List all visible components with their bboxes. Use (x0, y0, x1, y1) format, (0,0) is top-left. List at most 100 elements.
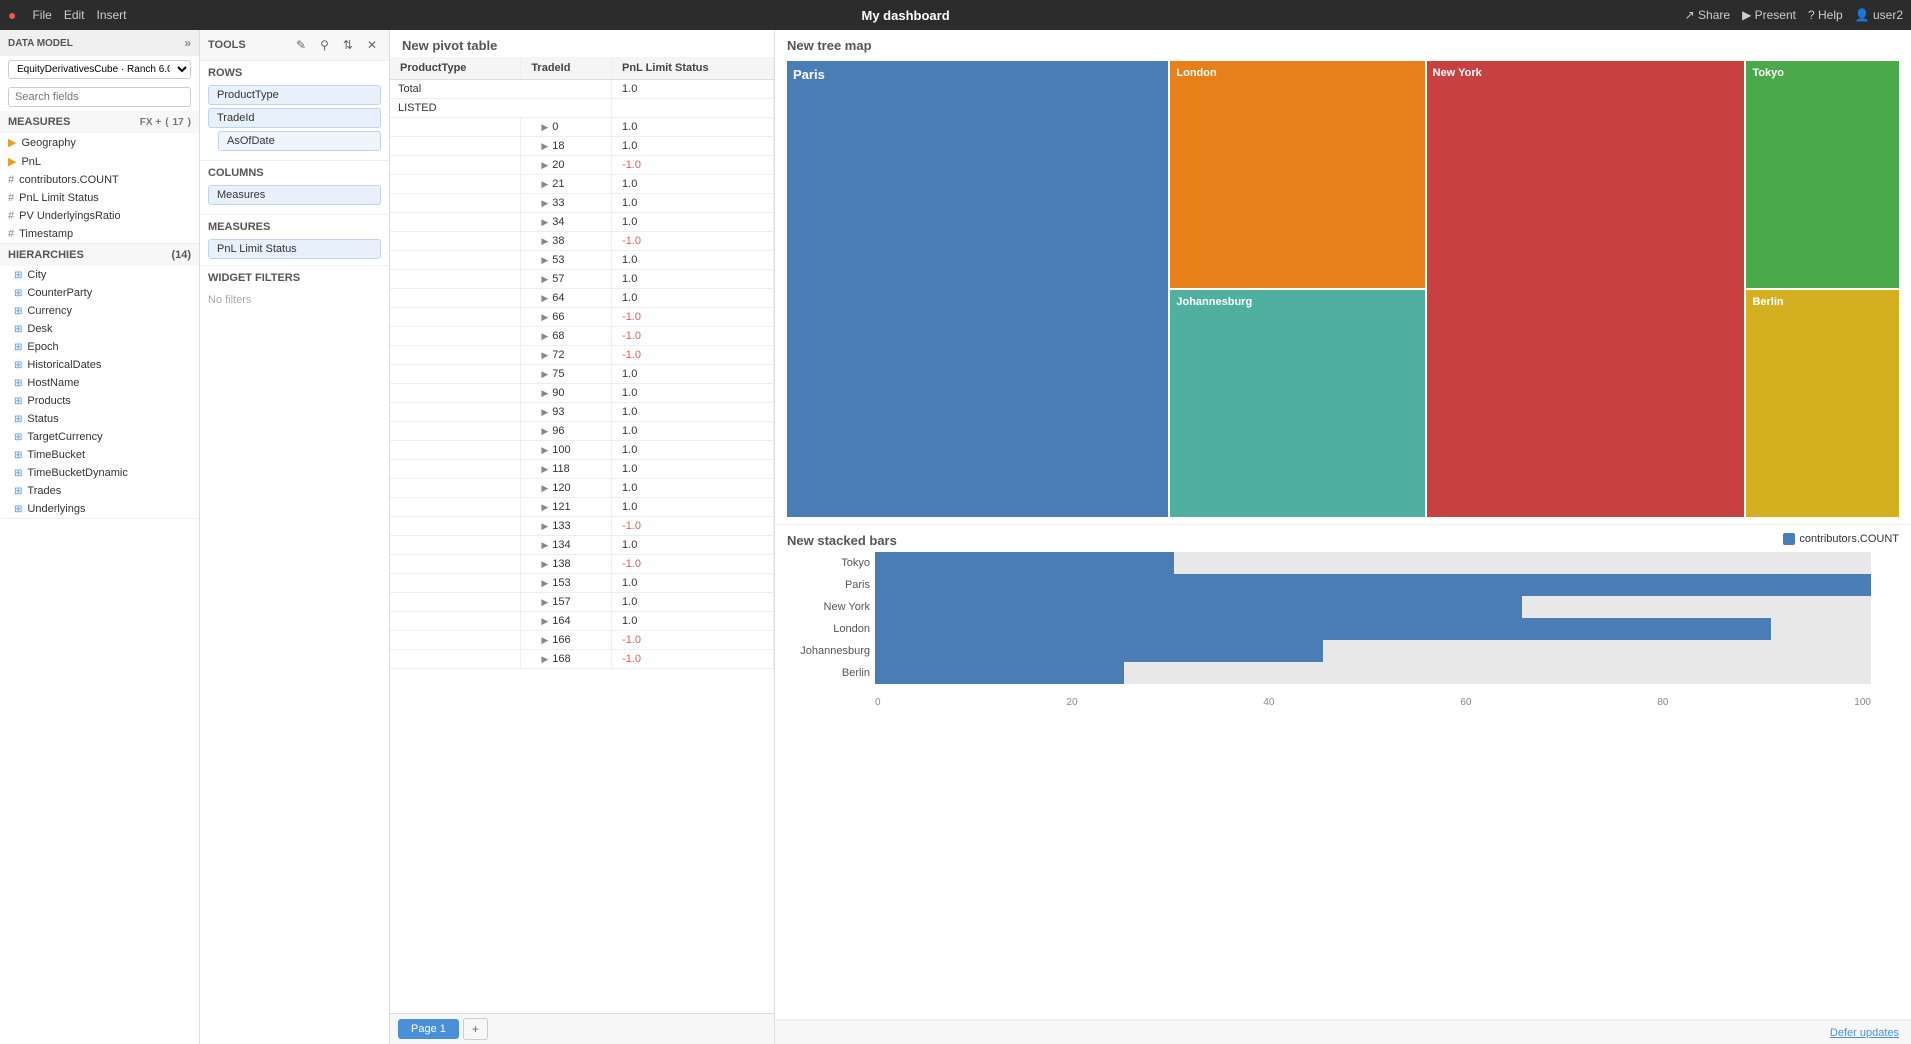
sidebar-item-pnl-limit-status[interactable]: # PnL Limit Status (0, 189, 199, 207)
tools-close-button[interactable]: ✕ (363, 36, 381, 54)
treemap-col-1: Paris (787, 61, 1168, 517)
hier-item-currency[interactable]: ⊞Currency (0, 302, 199, 320)
col-header-pnl-limit[interactable]: PnL Limit Status (612, 57, 774, 80)
search-fields-input[interactable] (8, 87, 191, 107)
table-row: ▶118 1.0 (390, 460, 774, 479)
table-row: ▶134 1.0 (390, 536, 774, 555)
table-row: ▶153 1.0 (390, 574, 774, 593)
pivot-table-panel: New pivot table ProductType TradeId PnL … (390, 30, 775, 1044)
present-button[interactable]: ▶ Present (1742, 8, 1796, 22)
expand-cell (390, 270, 521, 289)
table-row: ▶57 1.0 (390, 270, 774, 289)
columns-chip-measures[interactable]: Measures (208, 185, 381, 205)
defer-updates-button[interactable]: Defer updates (1830, 1027, 1899, 1039)
hier-item-counterparty[interactable]: ⊞CounterParty (0, 284, 199, 302)
col-header-tradeid[interactable]: TradeId (521, 57, 612, 80)
col-header-producttype[interactable]: ProductType (390, 57, 521, 80)
bar-row-tokyo: Tokyo (875, 552, 1871, 574)
rows-chip-asofdate[interactable]: AsOfDate (218, 131, 381, 151)
widget-filters-section: Widget filters No filters (200, 266, 389, 316)
sidebar-item-geography[interactable]: ▶ Geography (0, 133, 199, 152)
hier-item-targetcurrency[interactable]: ⊞TargetCurrency (0, 428, 199, 446)
row-id: ▶72 (521, 346, 612, 365)
treemap-cell-berlin[interactable]: Berlin (1746, 290, 1899, 517)
collapse-data-model[interactable]: » (184, 36, 191, 50)
expand-cell (390, 498, 521, 517)
topbar-right-actions: ↗ Share ▶ Present ? Help 👤 user2 (1685, 8, 1903, 22)
expand-cell (390, 365, 521, 384)
row-value: -1.0 (612, 346, 774, 365)
table-row: ▶157 1.0 (390, 593, 774, 612)
sidebar-item-pnl[interactable]: ▶ PnL (0, 152, 199, 171)
folder-icon: ▶ (8, 136, 16, 149)
sidebar-item-timestamp[interactable]: # Timestamp (0, 225, 199, 243)
menu-insert[interactable]: Insert (97, 8, 127, 22)
page-tab-1[interactable]: Page 1 (398, 1019, 459, 1039)
add-page-tab-button[interactable]: + (463, 1018, 488, 1040)
pivot-table-wrapper[interactable]: ProductType TradeId PnL Limit Status Tot… (390, 57, 774, 1013)
hier-item-status[interactable]: ⊞Status (0, 410, 199, 428)
menu-file[interactable]: File (32, 8, 51, 22)
sidebar-item-label: Geography (21, 137, 75, 149)
table-row: ▶0 1.0 (390, 118, 774, 137)
treemap-cell-newyork[interactable]: New York (1427, 61, 1745, 517)
hier-item-hostname[interactable]: ⊞HostName (0, 374, 199, 392)
bar-row-newyork: New York (875, 596, 1871, 618)
share-button[interactable]: ↗ Share (1685, 8, 1730, 22)
cube-selector[interactable]: EquityDerivativesCube · Ranch 6.0 (8, 60, 191, 79)
hier-item-timebucketdynamic[interactable]: ⊞TimeBucketDynamic (0, 464, 199, 482)
treemap-cell-paris[interactable]: Paris (787, 61, 1168, 517)
tools-sort-button[interactable]: ⇅ (339, 36, 357, 54)
hier-item-products[interactable]: ⊞Products (0, 392, 199, 410)
treemap-cell-johannesburg[interactable]: Johannesburg (1170, 290, 1424, 517)
sidebar-item-contributors-count[interactable]: # contributors.COUNT (0, 171, 199, 189)
rows-chip-tradeid[interactable]: TradeId (208, 108, 381, 128)
hier-item-timebucket[interactable]: ⊞TimeBucket (0, 446, 199, 464)
table-row: ▶90 1.0 (390, 384, 774, 403)
tools-label: TOOLS (208, 39, 246, 51)
hier-icon: ⊞ (14, 468, 22, 479)
add-measure-button[interactable]: fx + (140, 117, 161, 128)
stackedbar-legend: contributors.COUNT (1783, 533, 1899, 545)
bar-fill-tokyo (875, 552, 1174, 574)
help-button[interactable]: ? Help (1808, 8, 1843, 22)
expand-cell (390, 175, 521, 194)
hier-item-epoch[interactable]: ⊞Epoch (0, 338, 199, 356)
measures-chip-pnl[interactable]: PnL Limit Status (208, 239, 381, 259)
bar-fill-paris (875, 574, 1871, 596)
x-label-0: 0 (875, 697, 881, 708)
bottom-bar: Defer updates (775, 1020, 1911, 1044)
row-id: ▶121 (521, 498, 612, 517)
table-row-listed: LISTED (390, 99, 774, 118)
user-button[interactable]: 👤 user2 (1855, 8, 1903, 22)
expand-cell (390, 479, 521, 498)
row-id: ▶68 (521, 327, 612, 346)
tools-edit-button[interactable]: ✎ (292, 36, 310, 54)
x-label-20: 20 (1066, 697, 1077, 708)
rows-section-label: Rows (208, 67, 381, 79)
hier-item-underlyings[interactable]: ⊞Underlyings (0, 500, 199, 518)
treemap-cell-tokyo[interactable]: Tokyo (1746, 61, 1899, 288)
tools-filter-button[interactable]: ⚲ (316, 36, 333, 54)
hier-label: City (27, 269, 46, 281)
hierarchies-section: HIERARCHIES (14) ⊞City ⊞CounterParty ⊞Cu… (0, 244, 199, 519)
treemap-cell-london[interactable]: London (1170, 61, 1424, 288)
rows-chip-producttype[interactable]: ProductType (208, 85, 381, 105)
table-row: ▶133 -1.0 (390, 517, 774, 536)
hash-icon: # (8, 228, 14, 240)
hier-item-city[interactable]: ⊞City (0, 266, 199, 284)
row-id: ▶133 (521, 517, 612, 536)
row-value: 1.0 (612, 612, 774, 631)
hier-item-historicaldates[interactable]: ⊞HistoricalDates (0, 356, 199, 374)
hier-item-desk[interactable]: ⊞Desk (0, 320, 199, 338)
menu-edit[interactable]: Edit (64, 8, 85, 22)
sidebar-item-pv-underlyings[interactable]: # PV UnderlyingsRatio (0, 207, 199, 225)
expand-cell (390, 555, 521, 574)
expand-cell (390, 251, 521, 270)
bar-row-berlin: Berlin (875, 662, 1871, 684)
tools-header: TOOLS ✎ ⚲ ⇅ ✕ (200, 30, 389, 61)
measures-count-close: ) (188, 117, 191, 128)
x-label-80: 80 (1657, 697, 1668, 708)
row-id: ▶38 (521, 232, 612, 251)
hier-item-trades[interactable]: ⊞Trades (0, 482, 199, 500)
